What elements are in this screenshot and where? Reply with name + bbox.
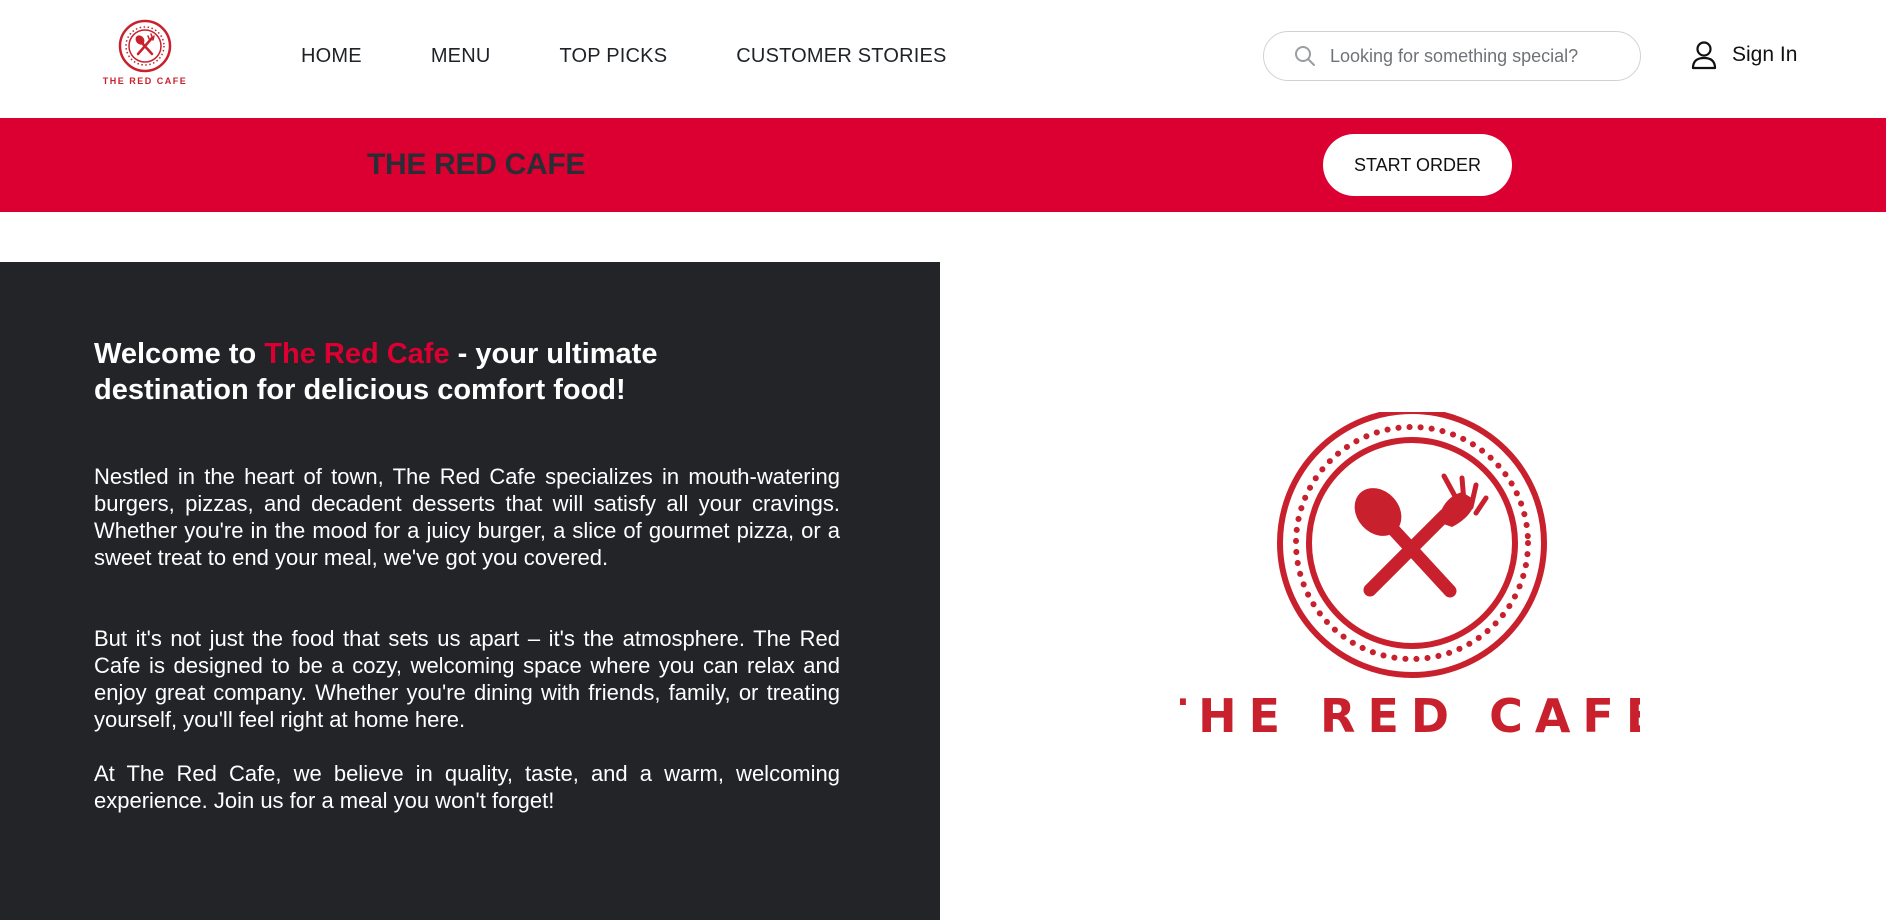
search-box[interactable] [1263,31,1641,81]
sign-in-label: Sign In [1732,43,1798,66]
start-order-button[interactable]: START ORDER [1323,134,1512,196]
welcome-heading: Welcome to The Red Cafe - your ultimate … [94,336,734,408]
heading-accent: The Red Cafe [264,338,450,370]
search-input[interactable] [1330,45,1630,67]
nav-home[interactable]: HOME [301,44,362,68]
about-panel: Welcome to The Red Cafe - your ultimate … [0,262,940,920]
about-paragraph-1: Nestled in the heart of town, The Red Ca… [94,464,840,570]
heading-prefix: Welcome to [94,338,265,370]
site-header: THE RED CAFE HOME MENU TOP PICKS CUSTOME… [0,0,1886,118]
nav-menu[interactable]: MENU [431,44,491,68]
nav-top-picks[interactable]: TOP PICKS [560,44,668,68]
about-paragraph-2: But it's not just the food that sets us … [94,626,840,732]
sign-in-link[interactable]: Sign In [1690,38,1797,72]
nav-customer-stories[interactable]: CUSTOMER STORIES [736,44,946,68]
search-icon [1294,45,1316,67]
logo-wordmark: THE RED CAFE [103,76,188,86]
main-nav: HOME MENU TOP PICKS CUSTOMER STORIES [301,44,1016,68]
about-paragraph-3: At The Red Cafe, we believe in quality, … [94,761,840,813]
user-icon [1690,40,1718,70]
site-logo[interactable]: THE RED CAFE [100,18,190,88]
order-banner: THE RED CAFE START ORDER [0,118,1886,212]
banner-brand: THE RED CAFE [367,148,586,181]
plate-emblem-icon [1277,408,1547,678]
hero-logo: THE RED CAFE [1155,408,1657,752]
hero-logo-wordmark: THE RED CAFE [1180,689,1640,743]
